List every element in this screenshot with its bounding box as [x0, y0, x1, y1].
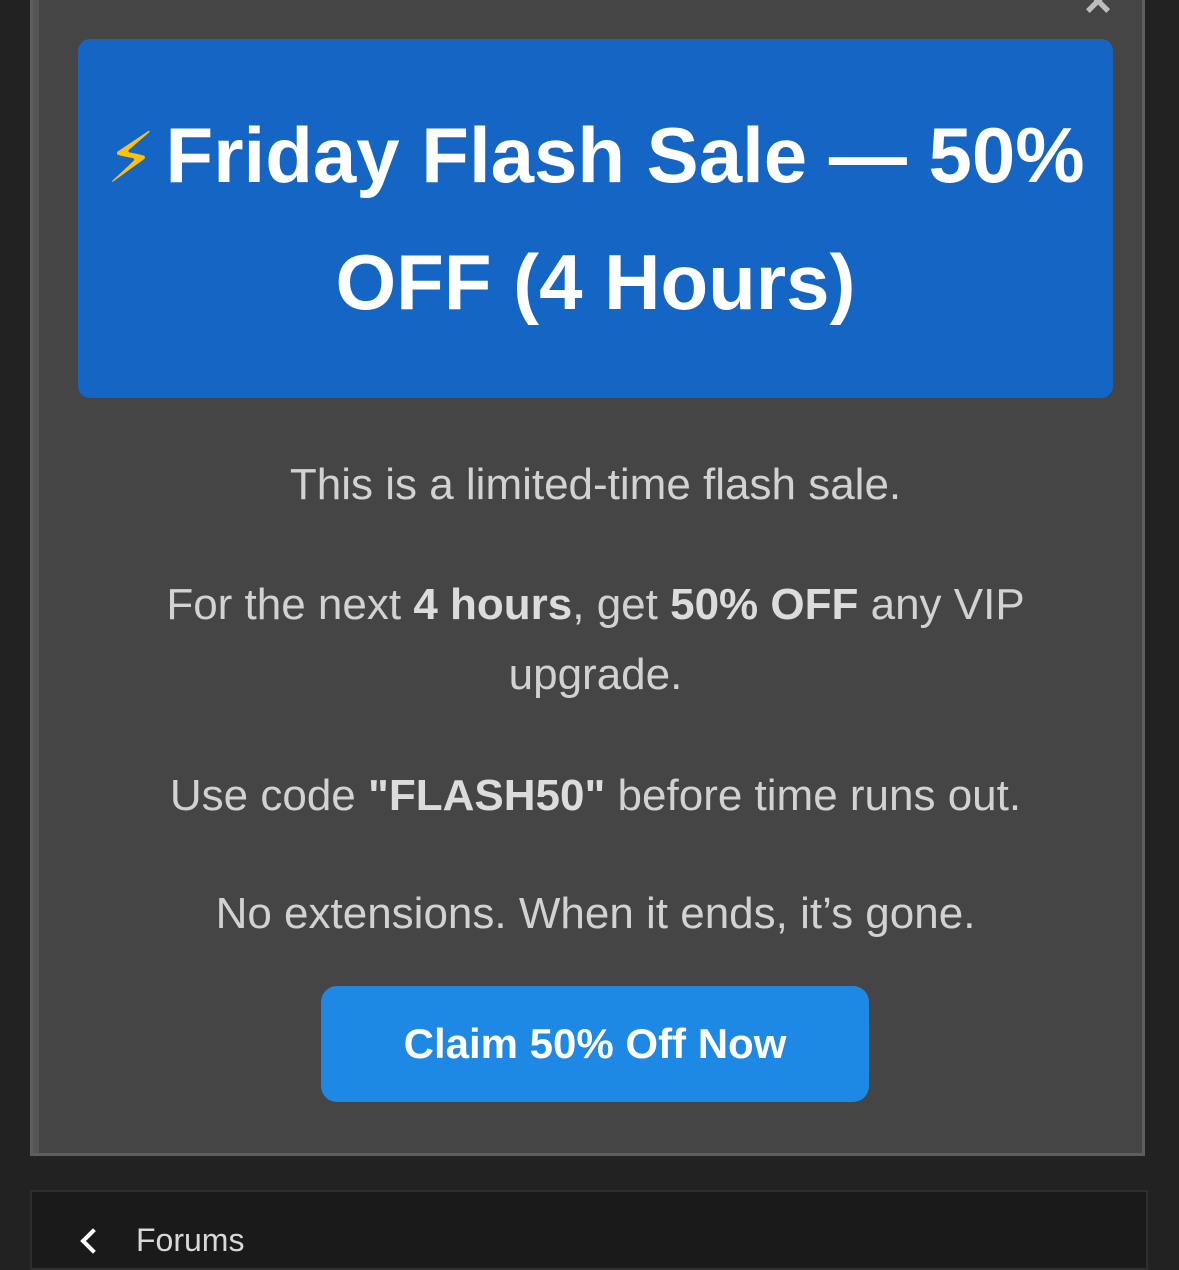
back-to-forums-link[interactable]: Forums [76, 1222, 244, 1259]
close-icon[interactable]: × [1076, 0, 1120, 20]
offer-prefix: For the next [166, 580, 414, 629]
chevron-left-icon [80, 1227, 106, 1254]
offer-discount: 50% OFF [670, 580, 859, 629]
code-prefix: Use code [169, 771, 368, 820]
lightning-icon: ⚡ [106, 117, 156, 199]
code-suffix: before time runs out. [605, 771, 1022, 820]
sale-offer-text: For the next 4 hours, get 50% OFF any VI… [78, 570, 1113, 710]
sale-disclaimer: No extensions. When it ends, it’s gone. [215, 889, 976, 938]
banner-title: ⚡ Friday Flash Sale — 50% OFF (4 Hours) [106, 93, 1086, 344]
promo-code: "FLASH50" [368, 771, 606, 820]
modal-edge [33, 0, 39, 1153]
sale-description: This is a limited-time flash sale. [289, 460, 902, 509]
offer-hours: 4 hours [413, 580, 573, 629]
offer-middle: , get [572, 580, 671, 629]
claim-offer-button[interactable]: Claim 50% Off Now [321, 986, 869, 1102]
flash-sale-modal: × ⚡Friday Flash Sale — 50% OFF (4 Hours)… [30, 0, 1145, 1156]
bottom-nav: Forums [30, 1190, 1148, 1270]
banner-title-text: Friday Flash Sale — 50% OFF (4 Hours) [165, 111, 1085, 326]
sale-banner: ⚡ Friday Flash Sale — 50% OFF (4 Hours) [78, 39, 1113, 398]
promo-code-text: Use code "FLASH50" before time runs out. [78, 761, 1113, 831]
back-label: Forums [136, 1222, 245, 1258]
